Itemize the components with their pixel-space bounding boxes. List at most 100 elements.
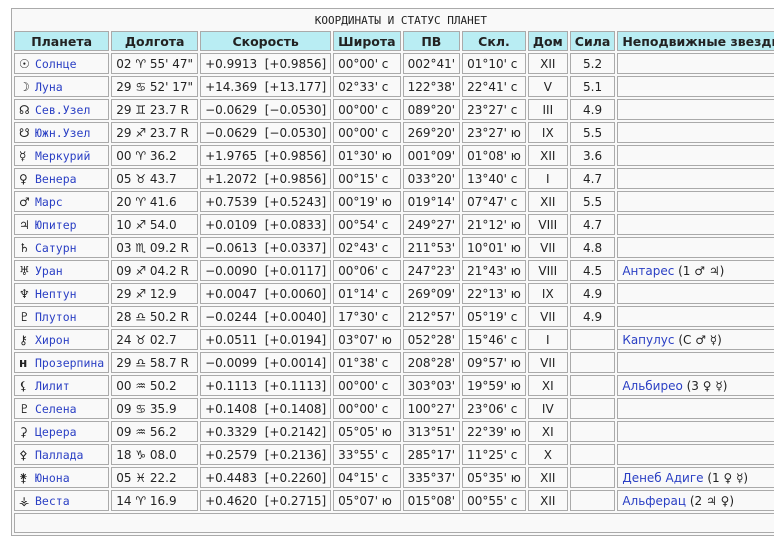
power-cell: 5.5 <box>569 191 616 212</box>
pv-cell: 019°14' <box>402 191 461 212</box>
fixed-star-link[interactable]: Альбирео <box>622 379 683 393</box>
longitude-cell: 29 ♎ 58.7 R <box>111 352 199 373</box>
power-cell: 5.1 <box>569 76 616 97</box>
planet-link[interactable]: Луна <box>35 80 63 94</box>
fixed-star-info: (С ♂ ☿) <box>674 332 722 347</box>
column-header: Скорость <box>200 31 332 51</box>
longitude-cell: 09 ♋ 35.9 <box>111 398 199 419</box>
planet-link[interactable]: Церера <box>35 425 77 439</box>
pv-cell: 249°27' <box>402 214 461 235</box>
pv-cell: 122°38' <box>402 76 461 97</box>
speed-cell: +1.9765 [+0.9856] <box>200 145 332 166</box>
pv-cell: 212°57' <box>402 306 461 327</box>
fixed-star-link[interactable]: Альферац <box>622 494 686 508</box>
fixed-stars-cell <box>617 191 774 212</box>
planet-link[interactable]: Селена <box>35 402 77 416</box>
planet-link[interactable]: Юпитер <box>35 218 77 232</box>
fixed-stars-cell <box>617 398 774 419</box>
declination-cell: 23°27' ю <box>462 122 526 143</box>
planet-link[interactable]: Лилит <box>35 379 70 393</box>
planet-link[interactable]: Юнона <box>35 471 70 485</box>
table-row: ⚷ Хирон 24 ♉ 02.7 +0.0511 [+0.0194] 03°07' ю… <box>14 329 774 350</box>
planet-cell: ☽ Луна <box>14 76 110 97</box>
table-row: ♃ Юпитер 10 ♐ 54.0 +0.0109 [+0.0833] 00°54' … <box>14 214 774 235</box>
column-header: ПВ <box>402 31 461 51</box>
planet-link[interactable]: Плутон <box>35 310 77 324</box>
power-cell <box>569 329 616 350</box>
planet-cell: ⚷ Хирон <box>14 329 110 350</box>
planet-symbol-icon: н <box>19 355 28 370</box>
planet-link[interactable]: Уран <box>35 264 63 278</box>
fixed-stars-cell <box>617 306 774 327</box>
declination-cell: 15°46' с <box>462 329 526 350</box>
column-header: Планета <box>14 31 110 51</box>
pv-cell: 052°28' <box>402 329 461 350</box>
planet-symbol-icon: ☊ <box>19 102 30 117</box>
speed-cell: +0.9913 [+0.9856] <box>200 53 332 74</box>
declination-cell: 21°12' ю <box>462 214 526 235</box>
latitude-cell: 33°55' с <box>333 444 401 465</box>
column-header: Скл. <box>462 31 526 51</box>
column-header: Сила <box>569 31 616 51</box>
planet-symbol-icon: ⚴ <box>19 447 28 462</box>
fixed-star-link[interactable]: Капулус <box>622 333 674 347</box>
latitude-cell: 00°00' с <box>333 99 401 120</box>
planet-cell: ⚸ Лилит <box>14 375 110 396</box>
pv-cell: 100°27' <box>402 398 461 419</box>
planet-link[interactable]: Солнце <box>35 57 77 71</box>
table-row: ♄ Сатурн 03 ♏ 09.2 R −0.0613 [+0.0337] 02°43… <box>14 237 774 258</box>
planet-cell: н Прозерпина <box>14 352 110 373</box>
house-cell: VIII <box>527 260 568 281</box>
planet-symbol-icon: ⚳ <box>19 424 28 439</box>
fixed-star-info: (1 ♀ ☿) <box>703 470 749 485</box>
house-cell: XII <box>527 53 568 74</box>
longitude-cell: 05 ♉ 43.7 <box>111 168 199 189</box>
house-cell: XII <box>527 145 568 166</box>
planet-symbol-icon: ♄ <box>19 240 30 255</box>
planet-link[interactable]: Нептун <box>35 287 77 301</box>
power-cell <box>569 490 616 511</box>
fixed-star-link[interactable]: Денеб Адиге <box>622 471 703 485</box>
fixed-star-link[interactable]: Антарес <box>622 264 674 278</box>
planet-cell: ⚶ Веста <box>14 490 110 511</box>
planet-link[interactable]: Хирон <box>35 333 70 347</box>
pv-cell: 033°20' <box>402 168 461 189</box>
declination-cell: 00°55' с <box>462 490 526 511</box>
speed-cell: +0.4483 [+0.2260] <box>200 467 332 488</box>
fixed-stars-cell <box>617 444 774 465</box>
planet-cell: ☊ Сев.Узел <box>14 99 110 120</box>
pv-cell: 335°37' <box>402 467 461 488</box>
power-cell: 4.8 <box>569 237 616 258</box>
declination-cell: 22°39' ю <box>462 421 526 442</box>
declination-cell: 07°47' с <box>462 191 526 212</box>
house-cell: X <box>527 444 568 465</box>
planet-link[interactable]: Паллада <box>35 448 83 462</box>
planet-link[interactable]: Южн.Узел <box>35 126 90 140</box>
table-row: ☿ Меркурий 00 ♈ 36.2 +1.9765 [+0.9856] 01°30… <box>14 145 774 166</box>
pv-cell: 247°23' <box>402 260 461 281</box>
speed-cell: +0.2579 [+0.2136] <box>200 444 332 465</box>
column-header: Неподвижные звезды <box>617 31 774 51</box>
house-cell: XI <box>527 421 568 442</box>
house-cell: VII <box>527 237 568 258</box>
pv-cell: 211°53' <box>402 237 461 258</box>
declination-cell: 23°06' с <box>462 398 526 419</box>
speed-cell: −0.0629 [−0.0530] <box>200 122 332 143</box>
planet-symbol-icon: ♆ <box>19 286 30 301</box>
fixed-stars-cell <box>617 122 774 143</box>
declination-cell: 22°13' ю <box>462 283 526 304</box>
planet-cell: ☿ Меркурий <box>14 145 110 166</box>
planet-link[interactable]: Веста <box>35 494 70 508</box>
power-cell: 4.9 <box>569 99 616 120</box>
planet-link[interactable]: Меркурий <box>35 149 90 163</box>
planet-link[interactable]: Прозерпина <box>35 356 104 370</box>
latitude-cell: 00°00' с <box>333 53 401 74</box>
pv-cell: 269°20' <box>402 122 461 143</box>
speed-cell: +0.0109 [+0.0833] <box>200 214 332 235</box>
house-cell: I <box>527 329 568 350</box>
planet-link[interactable]: Венера <box>35 172 77 186</box>
planet-link[interactable]: Марс <box>35 195 63 209</box>
planet-link[interactable]: Сатурн <box>35 241 77 255</box>
planet-link[interactable]: Сев.Узел <box>35 103 90 117</box>
table-row: ⚴ Паллада 18 ♑ 08.0 +0.2579 [+0.2136] 33°55'… <box>14 444 774 465</box>
